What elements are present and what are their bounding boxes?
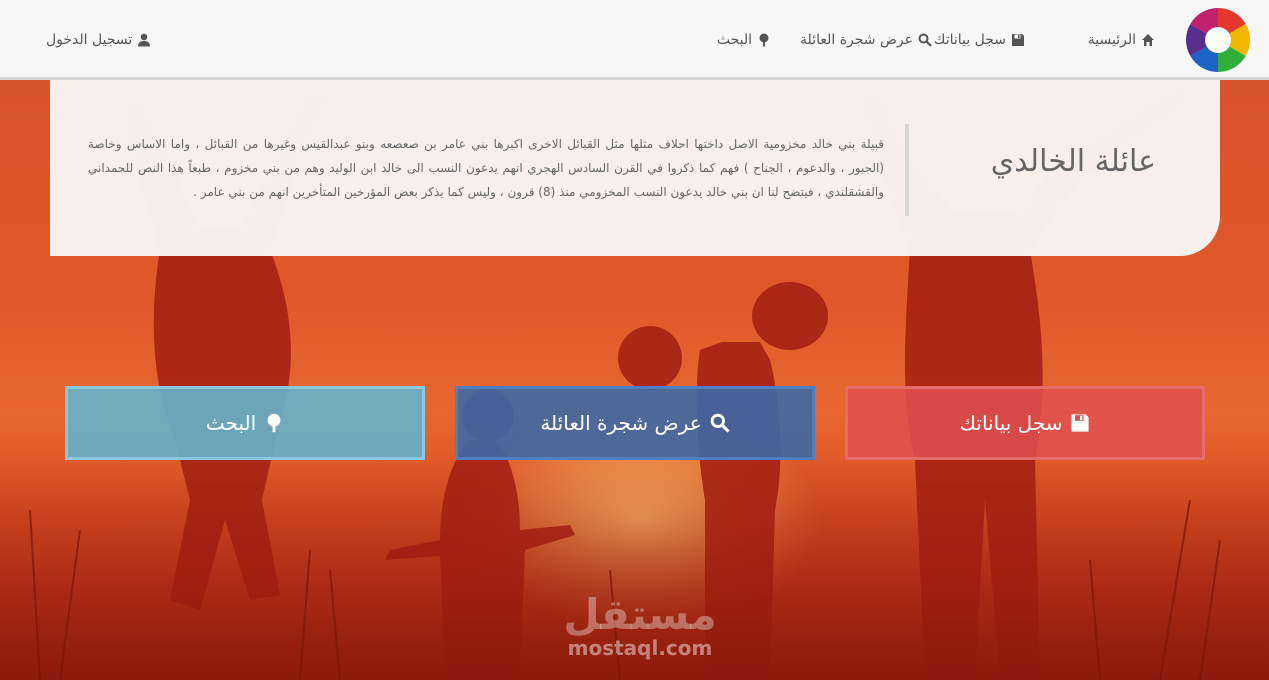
search-button[interactable]: البحث (65, 386, 425, 460)
magnifier-icon (918, 33, 932, 47)
watermark-latin: mostaql.com (567, 636, 713, 660)
nav-login[interactable]: تسجيل الدخول (46, 30, 151, 50)
mostaql-watermark: مستقل mostaql.com (540, 590, 740, 660)
register-button-label: سجل بياناتك (959, 411, 1063, 435)
floppy-disk-icon (1012, 34, 1024, 46)
tree-icon (759, 33, 769, 47)
nav-home[interactable]: الرئيسية (1088, 30, 1155, 50)
tree-icon (267, 413, 281, 433)
nav-tree-label: عرض شجرة العائلة (800, 32, 913, 48)
nav-search-label: البحث (716, 32, 752, 48)
nav-login-label: تسجيل الدخول (46, 32, 133, 48)
nav-register-data[interactable]: سجل بياناتك (934, 30, 1025, 50)
card-description: قبيلة بني خالد مخزومية الاصل داختها احلا… (88, 137, 884, 199)
nav-family-tree[interactable]: عرض شجرة العائلة (800, 30, 932, 50)
register-data-button[interactable]: سجل بياناتك (845, 386, 1205, 460)
family-tree-button[interactable]: عرض شجرة العائلة (455, 386, 815, 460)
card-title: عائلة الخالدي (990, 144, 1156, 179)
top-navbar: الرئيسية سجل بياناتك عرض شجرة العائلة ال… (0, 0, 1269, 80)
nav-search[interactable]: البحث (717, 30, 771, 50)
family-info-card: عائلة الخالدي قبيلة بني خالد مخزومية الا… (50, 80, 1220, 256)
user-icon (138, 33, 151, 47)
nav-register-label: سجل بياناتك (933, 32, 1006, 48)
magnifier-icon (710, 413, 730, 433)
home-icon (1142, 34, 1154, 46)
floppy-disk-icon (1071, 414, 1090, 432)
tree-button-label: عرض شجرة العائلة (540, 411, 702, 435)
search-button-label: البحث (205, 411, 257, 435)
card-divider (905, 124, 909, 216)
site-logo[interactable] (1186, 8, 1250, 72)
watermark-arabic: مستقل (563, 590, 717, 639)
nav-home-label: الرئيسية (1087, 32, 1136, 48)
